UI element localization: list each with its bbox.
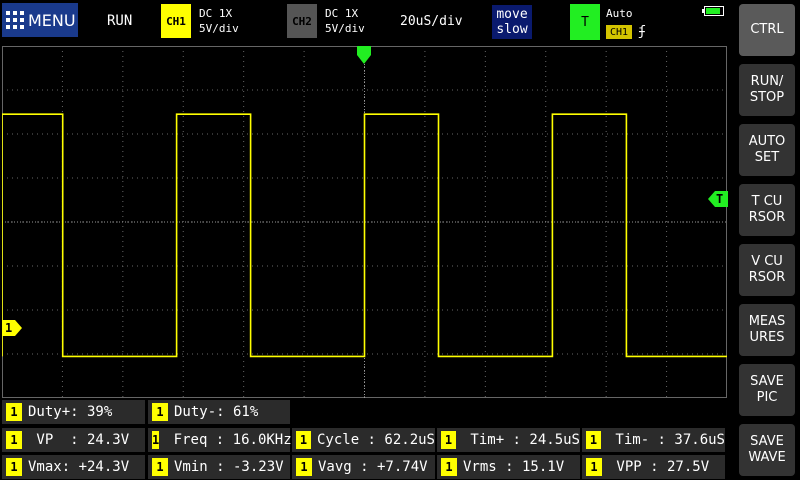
measurement-item[interactable]: 1 Duty+: 39% <box>2 400 145 424</box>
ch1-coupling: DC 1X <box>199 7 233 20</box>
trigger-source[interactable]: CH1 <box>606 25 632 39</box>
trigger-level-marker[interactable]: T <box>708 191 728 207</box>
measurement-value: VPP : 27.5V <box>608 459 710 475</box>
battery-icon <box>702 6 724 16</box>
ch2-coupling: DC 1X <box>325 7 359 20</box>
measurement-value: Vmin : -3.23V <box>174 459 284 475</box>
trigger-position-marker[interactable] <box>357 46 371 64</box>
move-speed: slow <box>496 22 528 37</box>
measurement-value: Cycle : 62.2uS <box>316 432 435 448</box>
measurement-item[interactable]: 1 Vrms : 15.1V <box>437 455 580 479</box>
measurement-value: Freq : 16.0KHz <box>165 432 292 448</box>
move-speed-button[interactable]: move slow <box>492 5 532 39</box>
save-wave-button[interactable]: SAVE WAVE <box>739 424 795 476</box>
ch1-tag[interactable]: CH1 <box>161 4 191 38</box>
measurement-value: Tim+ : 24.5uS <box>461 432 580 448</box>
measurement-channel: 1 <box>152 431 160 449</box>
rising-edge-icon: ʄ <box>638 24 646 39</box>
measurement-channel: 1 <box>6 458 22 476</box>
measurement-channel: 1 <box>296 431 311 449</box>
auto-set-button[interactable]: AUTO SET <box>739 124 795 176</box>
ctrl-button[interactable]: CTRL <box>739 4 795 56</box>
ch1-offset-marker[interactable]: 1 <box>2 320 22 336</box>
measurement-item[interactable]: 1 Cycle : 62.2uS <box>292 428 435 452</box>
ch2-scale: 5V/div <box>325 22 365 35</box>
measurement-channel: 1 <box>6 403 22 421</box>
waveform-svg <box>2 46 727 398</box>
measurement-value: Duty-: 61% <box>174 404 259 420</box>
measurement-channel: 1 <box>441 431 456 449</box>
measurement-value: Duty+: 39% <box>28 404 113 420</box>
move-label: move <box>496 7 528 22</box>
ch1-scale: 5V/div <box>199 22 239 35</box>
measurement-item[interactable]: 1 Tim- : 37.6uS <box>582 428 725 452</box>
measurement-item[interactable]: 1 Duty-: 61% <box>148 400 290 424</box>
timebase[interactable]: 20uS/div <box>400 14 463 29</box>
run-state[interactable]: RUN <box>107 13 132 29</box>
run-stop-button[interactable]: RUN/ STOP <box>739 64 795 116</box>
menu-button[interactable]: MENU <box>2 3 78 37</box>
top-bar: MENU RUN CH1 DC 1X 5V/div CH2 DC 1X 5V/d… <box>0 0 730 44</box>
measurement-value: Tim- : 37.6uS <box>606 432 725 448</box>
measurement-channel: 1 <box>586 458 602 476</box>
ch2-tag[interactable]: CH2 <box>287 4 317 38</box>
ch1-trace <box>2 113 727 358</box>
ch2-info[interactable]: DC 1X 5V/div <box>325 6 365 36</box>
measurement-item[interactable]: 1 Freq : 16.0KHz <box>148 428 292 452</box>
measurement-value: VP : 24.3V <box>28 432 130 448</box>
measurement-item[interactable]: 1 VP : 24.3V <box>2 428 145 452</box>
measures-button[interactable]: MEAS URES <box>739 304 795 356</box>
measurement-channel: 1 <box>152 458 168 476</box>
trigger-tag[interactable]: T <box>570 4 600 40</box>
trigger-mode[interactable]: Auto <box>606 7 633 20</box>
waveform-display[interactable] <box>2 46 727 398</box>
measurement-value: Vavg : +7.74V <box>318 459 428 475</box>
ch1-info[interactable]: DC 1X 5V/div <box>199 6 239 36</box>
measurement-channel: 1 <box>586 431 601 449</box>
measurement-channel: 1 <box>152 403 168 421</box>
ch1-offset-label: 1 <box>5 321 13 335</box>
measurement-channel: 1 <box>6 431 22 449</box>
measurement-item[interactable]: 1 VPP : 27.5V <box>582 455 725 479</box>
save-pic-button[interactable]: SAVE PIC <box>739 364 795 416</box>
time-cursor-button[interactable]: T CU RSOR <box>739 184 795 236</box>
trigger-level-label: T <box>716 192 724 206</box>
menu-label: MENU <box>28 10 76 30</box>
battery-level <box>706 8 720 14</box>
measurement-item[interactable]: 1 Tim+ : 24.5uS <box>437 428 580 452</box>
measurement-item[interactable]: 1 Vmax: +24.3V <box>2 455 145 479</box>
measurement-value: Vrms : 15.1V <box>463 459 565 475</box>
volt-cursor-button[interactable]: V CU RSOR <box>739 244 795 296</box>
measurement-channel: 1 <box>441 458 457 476</box>
measurement-value: Vmax: +24.3V <box>28 459 130 475</box>
measurement-item[interactable]: 1 Vavg : +7.74V <box>292 455 435 479</box>
measurement-channel: 1 <box>296 458 312 476</box>
menu-grid-icon <box>6 11 24 29</box>
measurement-item[interactable]: 1 Vmin : -3.23V <box>148 455 290 479</box>
